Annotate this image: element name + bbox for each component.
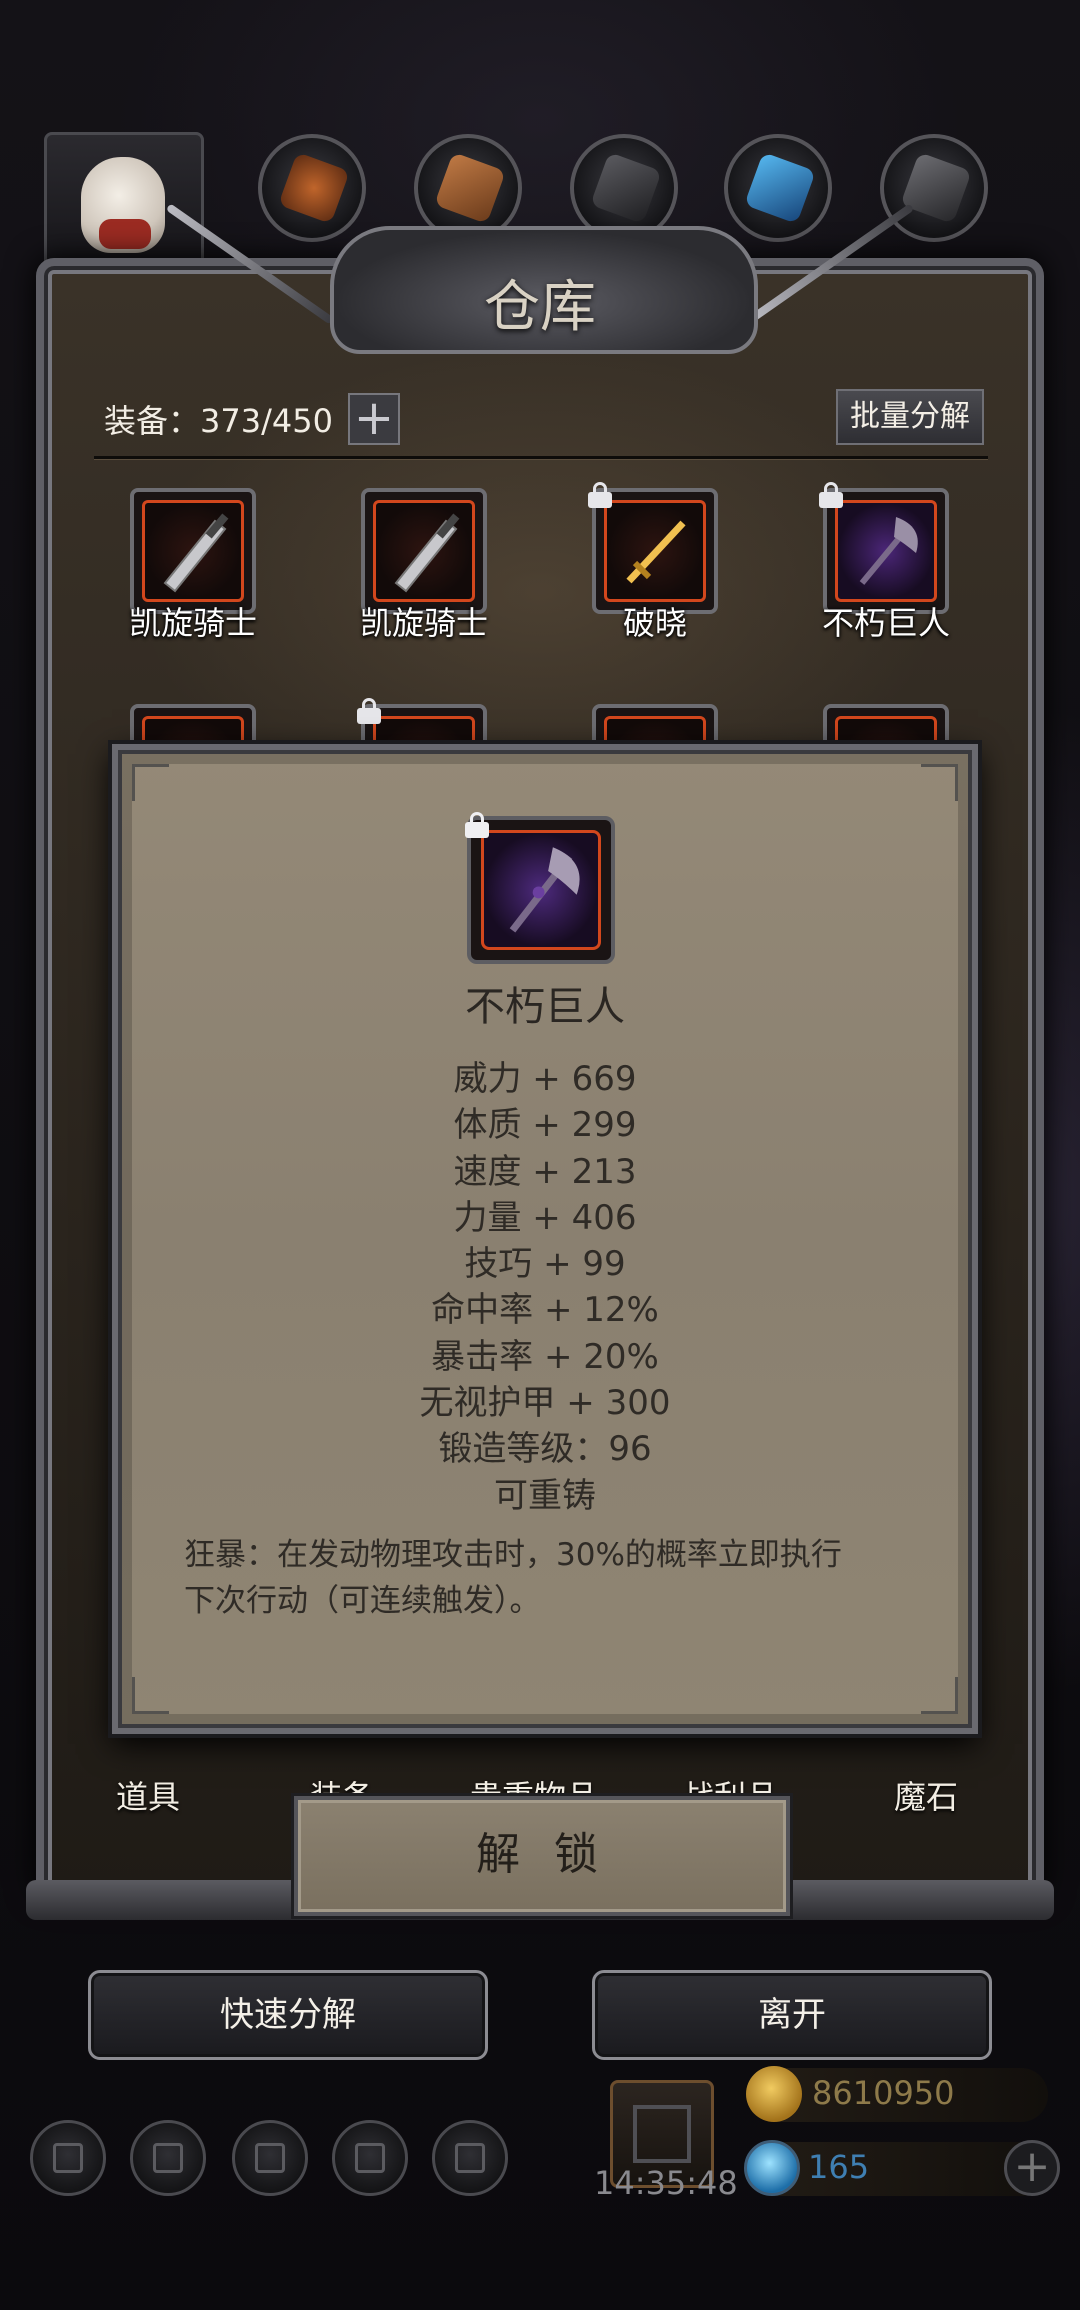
item-slot[interactable] (588, 482, 718, 614)
lock-icon (465, 812, 491, 838)
stat-power: 威力 + 669 (453, 1059, 637, 1099)
page-title: 仓库 (484, 275, 596, 340)
greatsword-icon (373, 500, 475, 602)
tab-items[interactable]: 道具 (116, 1772, 180, 1818)
stat-skill: 技巧 + 99 (464, 1244, 626, 1285)
greatsword-icon (142, 500, 244, 602)
character-avatar[interactable] (44, 132, 204, 278)
add-currency-button[interactable]: + (1004, 2140, 1060, 2196)
item-name: 凯旋骑士 (359, 604, 488, 642)
description-line: 下次行动（可连续触发）。 (184, 1583, 541, 1619)
stat-crit-rate: 暴击率 + 20% (431, 1336, 659, 1377)
stat-list: 威力 + 669 体质 + 299 速度 + 213 力量 + 406 技巧 +… (112, 1056, 978, 1519)
description-line: 狂暴：在发动物理攻击时，30%的概率立即执行 (184, 1537, 842, 1573)
gem-icon (744, 2140, 800, 2196)
gold-coin-icon (746, 2066, 802, 2122)
item-skill-description: 狂暴：在发动物理攻击时，30%的概率立即执行 下次行动（可连续触发）。 (184, 1532, 914, 1624)
lock-icon (819, 482, 845, 508)
item-slot[interactable] (819, 482, 949, 614)
purple-axe-icon (835, 500, 937, 602)
stat-hit-rate: 命中率 + 12% (431, 1290, 659, 1331)
item-name: 破晓 (622, 604, 687, 642)
cube-icon[interactable] (432, 2120, 508, 2196)
golden-sword-icon (604, 500, 706, 602)
stat-reforgeable: 可重铸 (494, 1475, 596, 1516)
lock-icon (357, 698, 383, 724)
batch-decompose-button[interactable]: 批量分解 (836, 389, 984, 445)
stat-strength: 力量 + 406 (453, 1197, 637, 1238)
stat-armor-pierce: 无视护甲 + 300 (419, 1383, 671, 1424)
achievement-icon[interactable] (130, 2120, 206, 2196)
tooltip-item-slot (465, 812, 615, 964)
copper-ore-orb-icon[interactable] (258, 134, 366, 242)
divider (94, 456, 988, 459)
tab-magic-stone[interactable]: 魔石 (894, 1772, 958, 1818)
gold-amount: 8610950 (812, 2074, 955, 2112)
stat-speed: 速度 + 213 (453, 1151, 637, 1192)
leave-button[interactable]: 离开 (592, 1970, 992, 2060)
equipment-capacity: 装备：373/450 (104, 402, 333, 440)
lock-icon (588, 482, 614, 508)
mail-icon[interactable] (332, 2120, 408, 2196)
stat-forge-level: 锻造等级：96 (438, 1429, 652, 1470)
rabbit-character-icon (81, 157, 165, 253)
purple-axe-icon (481, 830, 601, 950)
item-slot[interactable] (361, 488, 487, 614)
map-icon[interactable] (232, 2120, 308, 2196)
tooltip-item-name: 不朽巨人 (465, 984, 625, 1030)
gem-amount: 165 (808, 2148, 870, 2186)
item-slot[interactable] (130, 488, 256, 614)
steel-ingot-orb-icon[interactable] (880, 134, 988, 242)
expand-capacity-button[interactable]: + (348, 393, 400, 445)
item-name: 凯旋骑士 (128, 604, 257, 642)
unlock-button[interactable]: 解 锁 (294, 1796, 790, 1916)
crystal-orb-icon[interactable] (724, 134, 832, 242)
settings-icon[interactable] (30, 2120, 106, 2196)
quick-decompose-button[interactable]: 快速分解 (88, 1970, 488, 2060)
stat-constitution: 体质 + 299 (453, 1105, 637, 1146)
gift-timer: 14:35:48 (594, 2164, 738, 2202)
item-name: 不朽巨人 (821, 604, 950, 642)
